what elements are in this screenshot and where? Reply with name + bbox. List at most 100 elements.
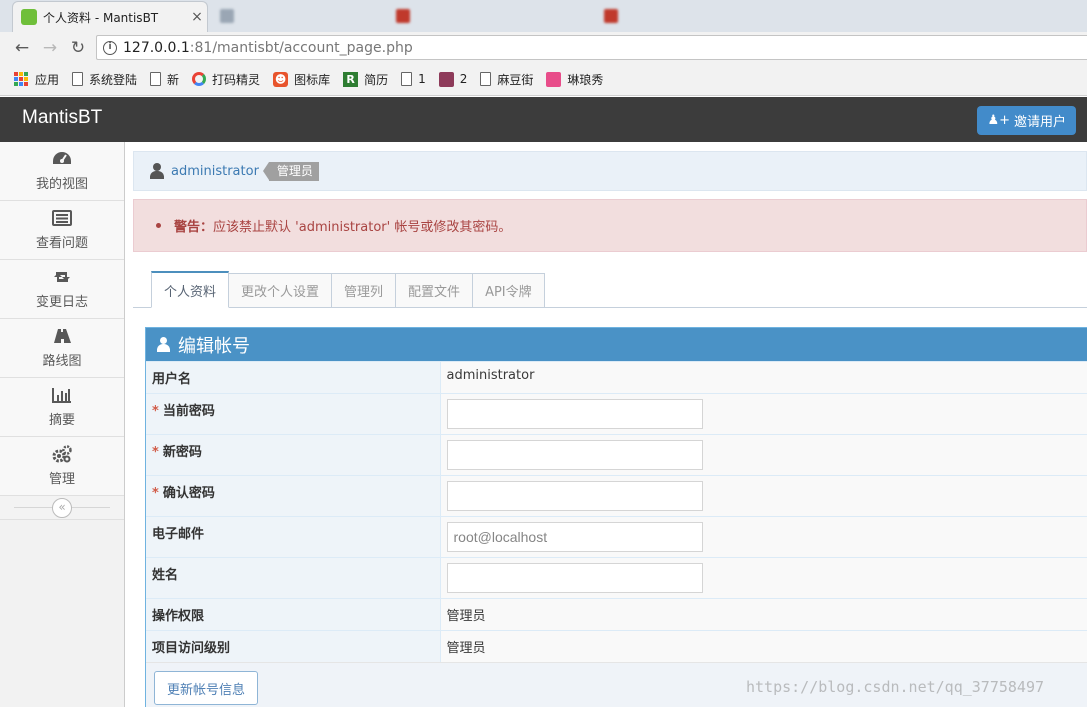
bookmark-label: 简历 [364,72,389,87]
page-icon [150,72,162,86]
browser-toolbar: ← → ↻ i 127.0.0.1:81/mantisbt/account_pa… [0,32,1087,63]
browser-tab-title: 个人资料 - MantisBT [43,10,159,25]
sidebar-item-manage[interactable]: 管理 [0,437,124,496]
confirm-password-input[interactable] [446,481,703,511]
breadcrumb-user-link[interactable]: administrator [171,164,259,179]
bookmark-label: 应用 [35,72,60,87]
tab-api-tokens[interactable]: API令牌 [473,273,545,308]
bookmark-label: 打码精灵 [212,72,261,87]
account-tabs: 个人资料 更改个人设置 管理列 配置文件 API令牌 [151,271,545,308]
bookmark-item[interactable]: 2 [438,71,468,87]
bookmark-item[interactable]: 新 [150,71,179,88]
skull-icon: ☻ [273,71,289,87]
collapse-sidebar-icon[interactable]: « [52,497,72,518]
dashboard-icon [51,150,73,168]
username-value: administrator [440,361,1087,394]
table-row: 电子邮件 [146,516,1087,558]
project-access-label: 项目访问级别 [146,630,441,662]
tab-manage-columns[interactable]: 管理列 [332,273,397,308]
role-badge: 管理员 [262,161,319,181]
brand-logo[interactable]: MantisBT [22,107,102,129]
table-row: * 确认密码 [146,475,1087,517]
bookmark-item[interactable]: 1 [401,72,426,86]
bookmark-label: 麻豆街 [497,72,534,87]
sidebar-item-my-view[interactable]: 我的视图 [0,142,124,201]
sidebar-collapse-row: « [0,496,124,520]
required-mark: * [152,445,159,460]
edit-account-panel: 编辑帐号 用户名 administrator * 当前密码 * 新密码 * 确认密码 … [145,327,1087,707]
bookmarks-bar: 应用 系统登陆 新 打码精灵 ☻ 图标库 R 简历 1 2 麻豆街 琳琅秀 [0,63,1087,96]
sidebar-item-label: 路线图 [42,354,82,369]
road-icon [51,327,73,345]
back-arrow-icon[interactable]: ← [8,38,36,58]
invite-user-button[interactable]: ♟+ 邀请用户 [977,106,1076,135]
user-plus-icon: ♟+ [987,113,1010,128]
update-account-button[interactable]: 更新帐号信息 [154,671,259,705]
sidebar-item-summary[interactable]: 摘要 [0,378,124,437]
alert-title: 警告： [174,220,214,235]
panel-title: 编辑帐号 [178,335,250,357]
confirm-password-label: * 确认密码 [146,475,441,517]
close-icon[interactable]: × [187,9,207,25]
label-text: 新密码 [162,445,202,460]
sidebar-item-label: 查看问题 [35,236,88,251]
reload-icon[interactable]: ↻ [64,38,92,58]
label-text: 确认密码 [162,486,215,501]
project-access-value: 管理员 [440,630,1087,662]
bookmark-item[interactable]: 系统登陆 [72,71,137,88]
browser-tab[interactable] [388,5,588,27]
sidebar-item-label: 管理 [48,472,75,487]
account-form-table: 用户名 administrator * 当前密码 * 新密码 * 确认密码 电子邮件 … [146,361,1087,662]
sidebar-item-roadmap[interactable]: 路线图 [0,319,124,378]
bookmark-label: 新 [167,72,180,87]
realname-cell [440,557,1087,599]
label-text: 当前密码 [162,404,215,419]
bookmark-item[interactable]: R 简历 [343,71,388,88]
browser-tab[interactable] [212,5,382,27]
table-row: * 当前密码 [146,393,1087,435]
bookmark-item[interactable]: 琳琅秀 [546,71,603,88]
bookmark-label: 2 [459,72,468,86]
circle-icon [192,72,207,86]
forward-arrow-icon[interactable]: → [36,38,64,58]
current-password-input[interactable] [446,399,703,429]
sidebar-item-view-issues[interactable]: 查看问题 [0,201,124,260]
favicon-icon [604,9,618,23]
tab-preferences[interactable]: 更改个人设置 [229,273,333,308]
realname-input[interactable] [446,563,703,593]
url-host: 127.0.0.1 [123,39,190,56]
sidebar-item-label: 变更日志 [35,295,88,310]
browser-tab[interactable] [596,5,766,27]
bookmark-label: 系统登陆 [89,72,138,87]
tab-account[interactable]: 个人资料 [151,271,230,308]
realname-label: 姓名 [146,557,441,599]
favicon-icon [220,9,234,23]
info-icon[interactable]: i [103,40,117,55]
browser-tab-active[interactable]: 个人资料 - MantisBT × [12,1,208,32]
bookmark-apps[interactable]: 应用 [14,71,59,88]
table-row: 姓名 [146,557,1087,599]
bookmark-item[interactable]: ☻ 图标库 [273,71,330,88]
watermark-text: https://blog.csdn.net/qq_37758497 [746,678,1045,696]
new-password-input[interactable] [446,440,703,470]
tab-profiles[interactable]: 配置文件 [396,273,474,308]
bookmark-item[interactable]: 打码精灵 [192,71,260,88]
favicon-icon [396,9,410,23]
browser-tabstrip: 个人资料 - MantisBT × [0,0,1087,32]
email-field[interactable] [446,522,703,552]
table-row: 用户名 administrator [146,361,1087,394]
access-level-label: 操作权限 [146,598,441,631]
current-password-cell [440,393,1087,435]
page-icon [401,72,413,86]
top-navbar: MantisBT ♟+ 邀请用户 [0,97,1087,142]
bookmark-item[interactable]: 麻豆街 [480,71,533,88]
required-mark: * [152,404,159,419]
url-path: :81/mantisbt/account_page.php [189,39,413,56]
new-password-cell [440,434,1087,476]
new-password-label: * 新密码 [146,434,441,476]
invite-user-label: 邀请用户 [1013,115,1066,130]
sidebar-item-changelog[interactable]: 变更日志 [0,260,124,319]
access-level-value: 管理员 [440,598,1087,631]
current-password-label: * 当前密码 [146,393,441,435]
address-bar[interactable]: i 127.0.0.1:81/mantisbt/account_page.php [96,35,1087,60]
